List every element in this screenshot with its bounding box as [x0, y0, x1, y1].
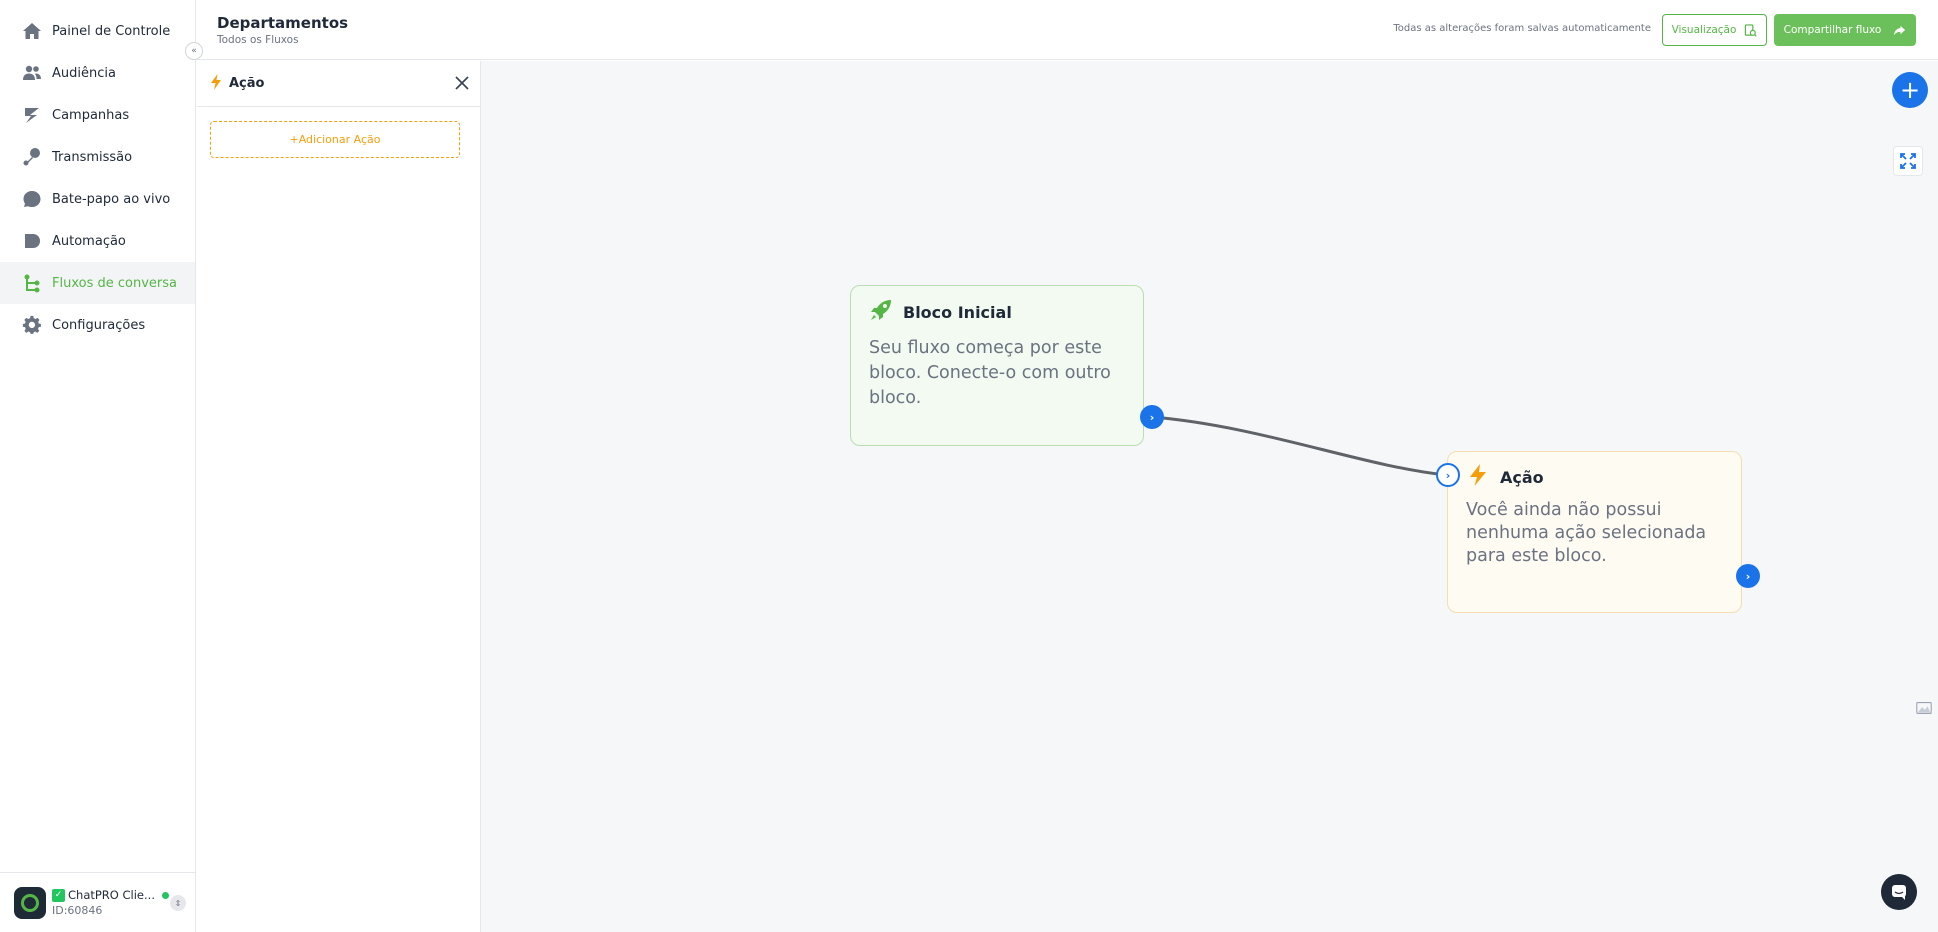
breadcrumb[interactable]: Todos os Fluxos: [217, 34, 299, 46]
close-icon[interactable]: [454, 75, 470, 91]
sidebar-item-fluxos-de-conversa[interactable]: Fluxos de conversa: [0, 262, 195, 304]
sidebar-item-campanhas[interactable]: Campanhas: [0, 94, 195, 136]
autosave-status: Todas as alterações foram salvas automat…: [1393, 23, 1651, 34]
preview-icon: [1745, 23, 1758, 37]
sidebar-item-audiencia[interactable]: Audiência: [0, 52, 195, 94]
chat-bubble-icon: [1892, 885, 1906, 900]
sidebar-item-automacao[interactable]: Automação: [0, 220, 195, 262]
sidebar-item-label: Campanhas: [52, 107, 130, 123]
sidebar-item-label: Automação: [52, 233, 126, 249]
sidebar-item-label: Transmissão: [52, 149, 133, 165]
add-block-button[interactable]: +: [1892, 72, 1928, 108]
start-block-output-port[interactable]: ›: [1140, 405, 1164, 429]
preview-button[interactable]: Visualização: [1662, 14, 1767, 46]
top-header: Departamentos Todos os Fluxos Todas as a…: [197, 0, 1938, 60]
account-toggle-icon[interactable]: ⇕: [170, 895, 186, 911]
action-block-title: Ação: [1500, 467, 1544, 487]
support-chat-button[interactable]: [1881, 874, 1917, 910]
automation-icon: [22, 231, 42, 251]
lightning-icon: [209, 73, 223, 94]
action-block-description: Você ainda não possui nenhuma ação selec…: [1466, 500, 1707, 566]
preview-label: Visualização: [1671, 24, 1737, 36]
sidebar-item-label: Configurações: [52, 317, 146, 333]
action-block-input-port[interactable]: ›: [1436, 463, 1460, 487]
collapse-sidebar-button[interactable]: «: [185, 42, 203, 60]
fullscreen-icon: [1900, 153, 1916, 169]
action-panel-header: Ação: [197, 61, 480, 107]
broadcast-icon: [22, 147, 42, 167]
action-block[interactable]: Ação Você ainda não possui nenhuma ação …: [1447, 451, 1742, 613]
sidebar-item-configuracoes[interactable]: Configurações: [0, 304, 195, 346]
gear-icon: [22, 315, 42, 335]
verified-check-icon: ✓: [52, 888, 65, 902]
sidebar-item-label: Bate-papo ao vivo: [52, 191, 171, 207]
campaign-icon: [22, 105, 42, 125]
sidebar-item-bate-papo[interactable]: Bate-papo ao vivo: [0, 178, 195, 220]
add-action-button[interactable]: +Adicionar Ação: [210, 121, 460, 158]
chat-icon: [22, 189, 42, 209]
account-switcher[interactable]: ✓ ChatPRO Clie... ID:60846 ⇕: [0, 872, 196, 932]
share-icon: [1894, 25, 1906, 35]
action-panel-title: Ação: [229, 76, 265, 91]
sidebar-item-label: Audiência: [52, 65, 116, 81]
rocket-icon: [869, 298, 893, 326]
sidebar-item-transmissao[interactable]: Transmissão: [0, 136, 195, 178]
users-icon: [22, 63, 42, 83]
account-name: ChatPRO Clie...: [68, 888, 155, 902]
home-icon: [22, 21, 42, 41]
action-block-output-port[interactable]: ›: [1736, 564, 1760, 588]
sidebar-item-painel-de-controle[interactable]: Painel de Controle: [0, 10, 195, 52]
action-panel: Ação +Adicionar Ação: [197, 61, 481, 932]
sidebar-item-label: Fluxos de conversa: [52, 275, 177, 291]
sidebar-item-label: Painel de Controle: [52, 23, 171, 39]
sidebar-nav: Painel de Controle Audiência Campanhas T…: [0, 0, 195, 346]
share-flow-button[interactable]: Compartilhar fluxo: [1774, 14, 1916, 46]
online-status-dot: [161, 891, 169, 899]
share-label: Compartilhar fluxo: [1783, 24, 1882, 36]
page-title: Departamentos: [217, 14, 349, 32]
start-block-description: Seu fluxo começa por este bloco. Conecte…: [869, 338, 1111, 408]
start-block-title: Bloco Inicial: [903, 302, 1012, 322]
image-placeholder-icon: [1914, 698, 1934, 718]
fullscreen-button[interactable]: [1893, 146, 1923, 176]
start-block[interactable]: Bloco Inicial Seu fluxo começa por este …: [850, 285, 1144, 446]
sidebar: Painel de Controle Audiência Campanhas T…: [0, 0, 196, 932]
flow-canvas[interactable]: Bloco Inicial Seu fluxo começa por este …: [481, 61, 1938, 932]
account-id: ID:60846: [52, 904, 103, 917]
flow-icon: [22, 273, 42, 293]
lightning-icon: [1466, 463, 1490, 491]
avatar: [14, 886, 46, 919]
